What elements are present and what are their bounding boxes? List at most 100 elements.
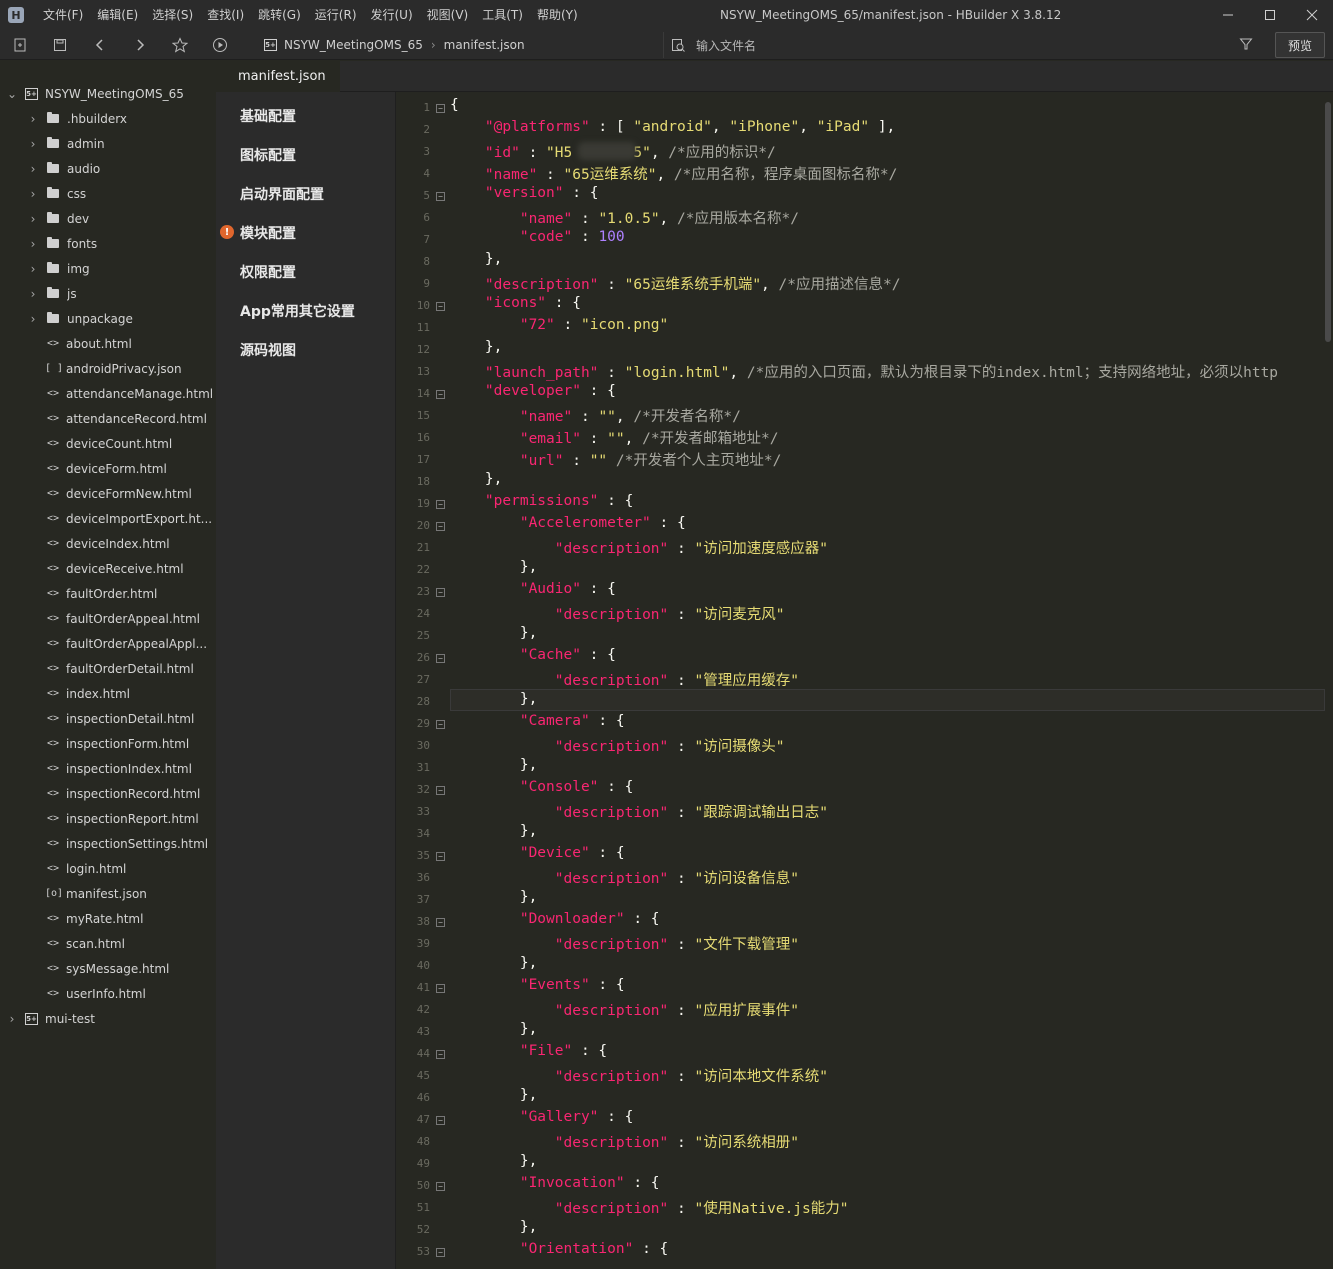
tree-project-mui-test[interactable]: › 5+ mui-test xyxy=(0,1006,216,1031)
chevron-right-icon[interactable]: › xyxy=(27,312,39,326)
tree-file[interactable]: <> deviceImportExport.ht... xyxy=(0,506,216,531)
tree-folder[interactable]: › css xyxy=(0,181,216,206)
tree-file[interactable]: <> scan.html xyxy=(0,931,216,956)
fold-toggle-icon[interactable]: − xyxy=(436,720,445,729)
fold-toggle-icon[interactable]: − xyxy=(436,192,445,201)
fold-toggle-icon[interactable]: − xyxy=(436,852,445,861)
tree-file[interactable]: <> faultOrderAppealAppl... xyxy=(0,631,216,656)
tree-file[interactable]: <> userInfo.html xyxy=(0,981,216,1006)
tree-file[interactable]: <> faultOrderDetail.html xyxy=(0,656,216,681)
menu-item[interactable]: 编辑(E) xyxy=(90,0,145,30)
menu-item[interactable]: 发行(U) xyxy=(364,0,420,30)
breadcrumb-file[interactable]: manifest.json xyxy=(444,38,525,52)
tree-file[interactable]: <> inspectionDetail.html xyxy=(0,706,216,731)
chevron-down-icon[interactable]: ⌄ xyxy=(6,87,18,101)
tree-file[interactable]: <> deviceForm.html xyxy=(0,456,216,481)
tree-file[interactable]: <> login.html xyxy=(0,856,216,881)
chevron-right-icon[interactable]: › xyxy=(27,212,39,226)
fold-toggle-icon[interactable]: − xyxy=(436,984,445,993)
run-icon[interactable] xyxy=(200,30,240,60)
forward-icon[interactable] xyxy=(120,30,160,60)
tree-folder[interactable]: › admin xyxy=(0,131,216,156)
tree-folder[interactable]: › js xyxy=(0,281,216,306)
tree-file[interactable]: <> sysMessage.html xyxy=(0,956,216,981)
fold-toggle-icon[interactable]: − xyxy=(436,654,445,663)
new-file-icon[interactable] xyxy=(0,30,40,60)
fold-toggle-icon[interactable]: − xyxy=(436,588,445,597)
menu-item[interactable]: 跳转(G) xyxy=(251,0,308,30)
config-nav-item[interactable]: 源码视图 xyxy=(240,340,296,360)
fold-toggle-icon[interactable]: − xyxy=(436,1248,445,1257)
tree-folder[interactable]: › img xyxy=(0,256,216,281)
fold-toggle-icon[interactable]: − xyxy=(436,1050,445,1059)
minimize-icon[interactable] xyxy=(1207,0,1249,30)
tree-file[interactable]: <> deviceFormNew.html xyxy=(0,481,216,506)
tree-file[interactable]: [ ] androidPrivacy.json xyxy=(0,356,216,381)
chevron-right-icon[interactable]: › xyxy=(27,287,39,301)
fold-toggle-icon[interactable]: − xyxy=(436,390,445,399)
tree-project-root[interactable]: ⌄ 5+ NSYW_MeetingOMS_65 xyxy=(0,81,216,106)
filter-icon[interactable] xyxy=(1239,37,1253,51)
fold-toggle-icon[interactable]: − xyxy=(436,500,445,509)
menu-item[interactable]: 工具(T) xyxy=(475,0,530,30)
chevron-right-icon[interactable]: › xyxy=(6,1012,18,1026)
chevron-right-icon[interactable]: › xyxy=(27,162,39,176)
tree-folder[interactable]: › fonts xyxy=(0,231,216,256)
save-icon[interactable] xyxy=(40,30,80,60)
config-nav-item[interactable]: 启动界面配置 xyxy=(240,184,324,204)
chevron-right-icon[interactable]: › xyxy=(27,187,39,201)
config-nav-item[interactable]: 基础配置 xyxy=(240,106,296,126)
tree-file[interactable]: <> inspectionIndex.html xyxy=(0,756,216,781)
menu-item[interactable]: 运行(R) xyxy=(308,0,364,30)
config-nav-item[interactable]: 图标配置 xyxy=(240,145,296,165)
tree-file[interactable]: <> about.html xyxy=(0,331,216,356)
star-icon[interactable] xyxy=(160,30,200,60)
vertical-scrollbar[interactable] xyxy=(1325,102,1331,342)
tree-file[interactable]: <> deviceIndex.html xyxy=(0,531,216,556)
breadcrumb-project[interactable]: NSYW_MeetingOMS_65 xyxy=(284,38,423,52)
tree-file[interactable]: <> faultOrder.html xyxy=(0,581,216,606)
tree-file[interactable]: <> inspectionRecord.html xyxy=(0,781,216,806)
chevron-right-icon[interactable]: › xyxy=(27,112,39,126)
tree-file[interactable]: <> faultOrderAppeal.html xyxy=(0,606,216,631)
tree-folder[interactable]: › dev xyxy=(0,206,216,231)
menu-item[interactable]: 帮助(Y) xyxy=(530,0,585,30)
chevron-right-icon[interactable]: › xyxy=(27,262,39,276)
fold-toggle-icon[interactable]: − xyxy=(436,302,445,311)
tree-folder[interactable]: › .hbuilderx xyxy=(0,106,216,131)
tree-file[interactable]: [o] manifest.json xyxy=(0,881,216,906)
config-nav-item[interactable]: 模块配置 xyxy=(240,223,296,243)
fold-toggle-icon[interactable]: − xyxy=(436,1116,445,1125)
tree-file[interactable]: <> deviceCount.html xyxy=(0,431,216,456)
menu-item[interactable]: 视图(V) xyxy=(420,0,476,30)
chevron-right-icon[interactable]: › xyxy=(27,137,39,151)
file-search-input[interactable]: 输入文件名 xyxy=(663,32,1263,58)
back-icon[interactable] xyxy=(80,30,120,60)
tree-file[interactable]: <> deviceReceive.html xyxy=(0,556,216,581)
tree-folder[interactable]: › unpackage xyxy=(0,306,216,331)
tree-folder[interactable]: › audio xyxy=(0,156,216,181)
tree-file[interactable]: <> myRate.html xyxy=(0,906,216,931)
menu-item[interactable]: 文件(F) xyxy=(36,0,90,30)
tree-file[interactable]: <> inspectionSettings.html xyxy=(0,831,216,856)
fold-toggle-icon[interactable]: − xyxy=(436,522,445,531)
menu-item[interactable]: 选择(S) xyxy=(145,0,200,30)
close-icon[interactable] xyxy=(1291,0,1333,30)
code-editor[interactable]: 1−2 3 4 5−6 7 8 9 10−11 12 13 14−15 16 17 18 19−20−21 2… xyxy=(396,92,1333,1269)
fold-toggle-icon[interactable]: − xyxy=(436,786,445,795)
config-nav-item[interactable]: 权限配置 xyxy=(240,262,296,282)
fold-toggle-icon[interactable]: − xyxy=(436,1182,445,1191)
preview-button[interactable]: 预览 xyxy=(1275,32,1325,58)
config-nav-item[interactable]: App常用其它设置 xyxy=(240,301,355,321)
chevron-right-icon[interactable]: › xyxy=(27,237,39,251)
menu-item[interactable]: 查找(I) xyxy=(200,0,251,30)
tree-file[interactable]: <> attendanceManage.html xyxy=(0,381,216,406)
tree-file[interactable]: <> inspectionForm.html xyxy=(0,731,216,756)
fold-toggle-icon[interactable]: − xyxy=(436,104,445,113)
fold-toggle-icon[interactable]: − xyxy=(436,918,445,927)
tree-file[interactable]: <> inspectionReport.html xyxy=(0,806,216,831)
tab-manifest-json[interactable]: manifest.json xyxy=(216,61,340,92)
tree-file[interactable]: <> attendanceRecord.html xyxy=(0,406,216,431)
maximize-icon[interactable] xyxy=(1249,0,1291,30)
tree-file[interactable]: <> index.html xyxy=(0,681,216,706)
